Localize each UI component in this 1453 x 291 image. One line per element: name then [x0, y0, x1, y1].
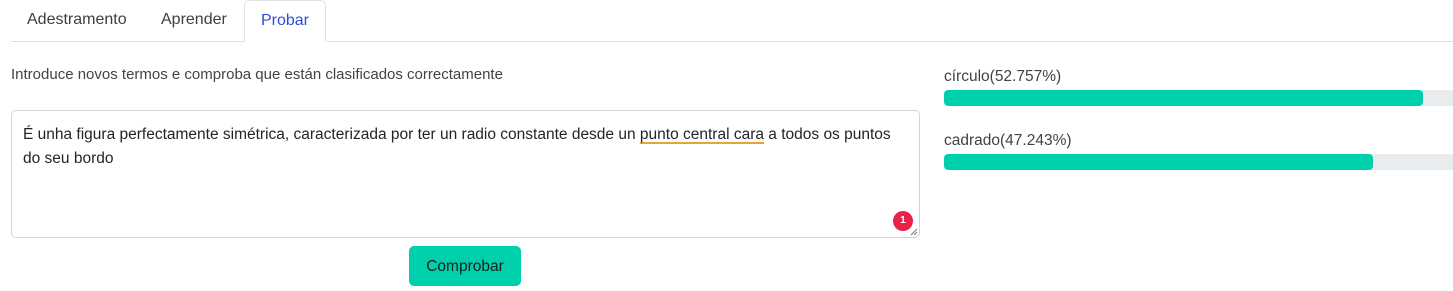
- tab-bar: Adestramento Aprender Probar: [11, 0, 1453, 42]
- result-label-cadrado: cadrado(47.243%): [944, 132, 1072, 149]
- result-bar-fill: [944, 154, 1373, 170]
- check-button[interactable]: Comprobar: [409, 246, 521, 286]
- result-bar-fill: [944, 90, 1424, 106]
- resize-handle-icon[interactable]: [910, 228, 918, 236]
- flagged-text[interactable]: punto central cara: [640, 126, 764, 143]
- result-bar-circulo: [944, 90, 1453, 106]
- instructions-text: Introduce novos termos e comproba que es…: [11, 66, 503, 83]
- tab-probar[interactable]: Probar: [244, 0, 326, 42]
- tab-adestramento[interactable]: Adestramento: [11, 0, 143, 41]
- term-input[interactable]: É unha figura perfectamente simétrica, c…: [11, 110, 920, 238]
- term-input-text: É unha figura perfectamente simétrica, c…: [23, 123, 903, 171]
- tab-aprender[interactable]: Aprender: [145, 0, 243, 41]
- result-label-circulo: círculo(52.757%): [944, 68, 1062, 85]
- result-bar-cadrado: [944, 154, 1453, 170]
- input-text-before: É unha figura perfectamente simétrica, c…: [23, 126, 640, 143]
